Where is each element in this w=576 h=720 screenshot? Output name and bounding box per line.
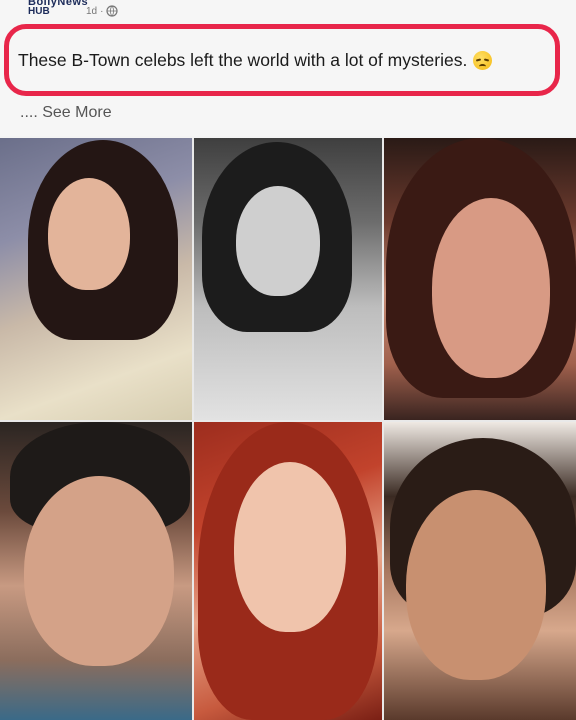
globe-icon xyxy=(106,5,119,17)
see-more-link[interactable]: .... See More xyxy=(20,104,112,122)
face-shape xyxy=(48,178,130,290)
disappointed-face-icon xyxy=(473,51,493,70)
celeb-photo-3[interactable] xyxy=(384,138,576,420)
face-shape xyxy=(24,476,174,666)
celeb-photo-1[interactable] xyxy=(0,138,192,420)
celeb-photo-6[interactable] xyxy=(384,422,576,720)
post-caption: These B-Town celebs left the world with … xyxy=(18,50,493,71)
face-shape xyxy=(234,462,346,632)
face-shape xyxy=(406,490,546,680)
face-shape xyxy=(236,186,320,296)
post-header: BollyNews HUB 1d · These B-Town celebs l… xyxy=(0,0,576,136)
face-shape xyxy=(432,198,550,378)
celeb-photo-4[interactable] xyxy=(0,422,192,720)
photo-collage xyxy=(0,138,576,720)
meta-separator: · xyxy=(100,5,104,17)
post-meta: 1d · xyxy=(86,5,119,17)
celeb-photo-2[interactable] xyxy=(194,138,382,420)
caption-text: These B-Town celebs left the world with … xyxy=(18,50,468,70)
post-time[interactable]: 1d xyxy=(86,6,97,17)
page-name-sub[interactable]: HUB xyxy=(28,6,50,17)
celeb-photo-5[interactable] xyxy=(194,422,382,720)
